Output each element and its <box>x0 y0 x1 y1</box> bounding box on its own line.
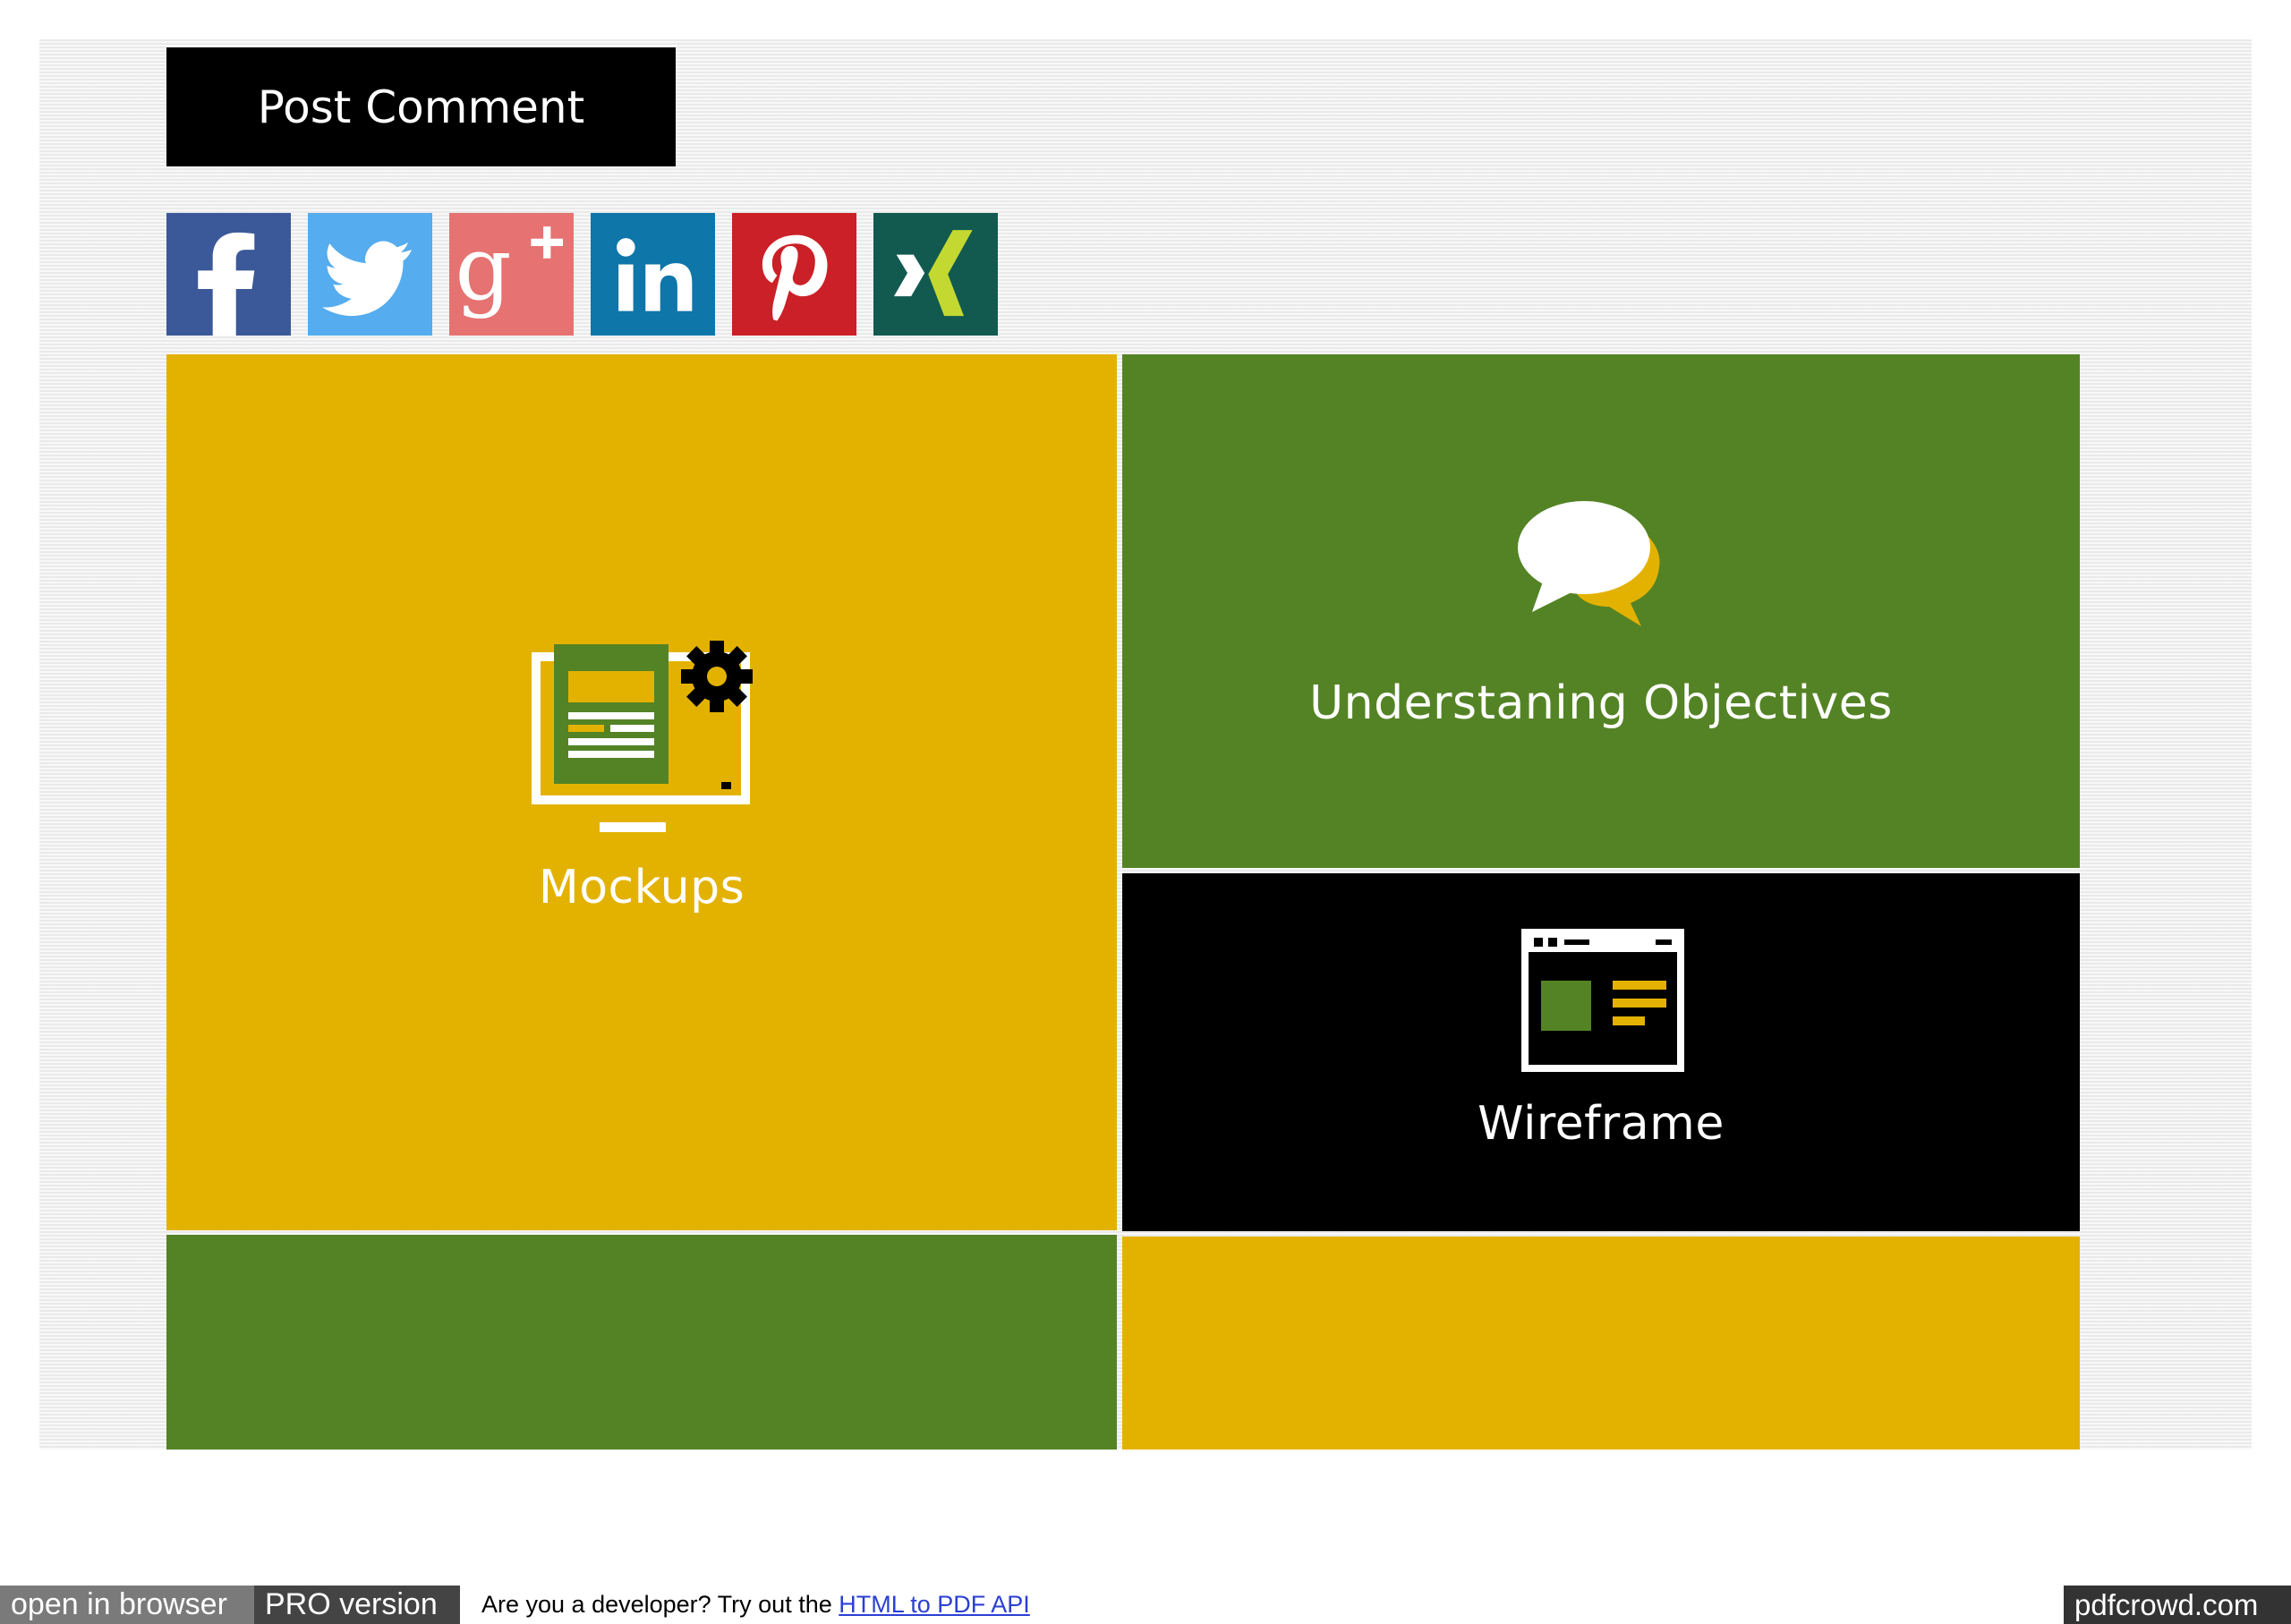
share-twitter-button[interactable] <box>308 213 432 336</box>
tile-wireframe-label: Wireframe <box>1478 1097 1725 1151</box>
monitor-gear-icon <box>532 641 753 832</box>
svg-text:g: g <box>455 217 511 320</box>
google-plus-icon: g <box>455 217 564 320</box>
share-xing-button[interactable] <box>873 213 998 336</box>
post-comment-button[interactable]: Post Comment <box>166 47 676 166</box>
speech-bubbles-icon <box>1518 501 1660 626</box>
share-linkedin-button[interactable] <box>591 213 715 336</box>
tile-bottom-right[interactable] <box>1122 1237 2080 1450</box>
tile-understanding-objectives[interactable]: Understaning Objectives <box>1122 354 2080 868</box>
open-in-browser-button[interactable]: open in browser <box>0 1586 254 1624</box>
tile-mockups[interactable]: Mockups <box>166 354 1117 1230</box>
tile-mockups-label: Mockups <box>538 861 745 914</box>
tile-bottom-left[interactable] <box>166 1235 1117 1450</box>
twitter-icon <box>322 241 413 317</box>
pro-version-button[interactable]: PRO version <box>254 1586 460 1624</box>
share-google-plus-button[interactable]: g <box>449 213 574 336</box>
share-facebook-button[interactable] <box>166 213 291 336</box>
xing-icon <box>893 230 973 317</box>
html-to-pdf-api-link[interactable]: HTML to PDF API <box>839 1591 1030 1618</box>
pinterest-icon <box>762 234 828 321</box>
pdfcrowd-brand-link[interactable]: pdfcrowd.com <box>2064 1586 2291 1624</box>
developer-text: Are you a developer? Try out the <box>481 1591 839 1618</box>
facebook-icon <box>198 232 255 336</box>
developer-promo: Are you a developer? Try out the HTML to… <box>481 1586 1030 1624</box>
linkedin-icon <box>617 238 693 311</box>
gear-icon <box>681 641 753 712</box>
browser-window-icon <box>1521 929 1684 1072</box>
share-pinterest-button[interactable] <box>732 213 856 336</box>
tile-objectives-label: Understaning Objectives <box>1309 676 1893 730</box>
tile-wireframe[interactable]: Wireframe <box>1122 873 2080 1231</box>
